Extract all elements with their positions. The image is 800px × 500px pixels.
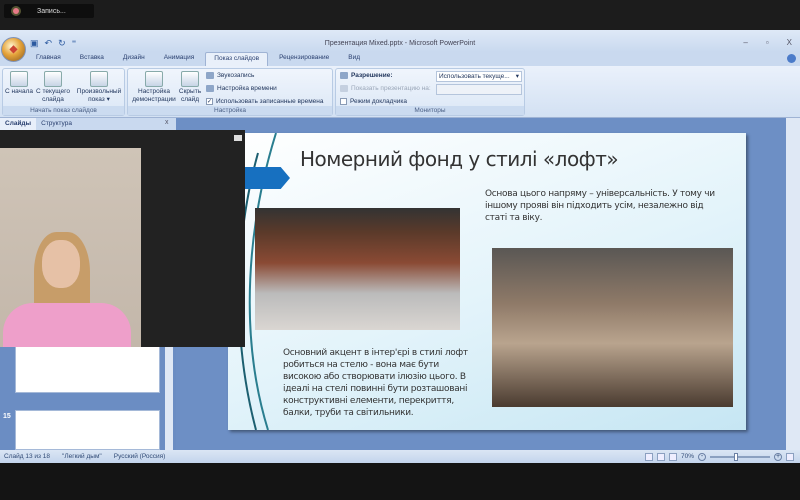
webcam-feed: [0, 148, 141, 347]
setup-show-icon: [145, 71, 163, 87]
zoom-out-icon[interactable]: -: [698, 452, 706, 461]
tab-insert[interactable]: Вставка: [72, 52, 112, 66]
theme-name: "Легкий дым": [62, 453, 102, 460]
custom-show-icon: [90, 71, 108, 87]
resolution-icon: [340, 72, 348, 79]
tab-design[interactable]: Дизайн: [115, 52, 153, 66]
recording-indicator[interactable]: Запись...: [4, 4, 94, 18]
rehearse-timings-button[interactable]: Настройка времени: [206, 85, 277, 92]
window-title: Презентация Mixed.pptx - Microsoft Power…: [324, 40, 476, 47]
presenter-shirt: [3, 303, 131, 347]
slide-thumbnail-15[interactable]: [15, 410, 160, 450]
slide-text-left[interactable]: Основний акцент в інтер'єрі в стилі лофт…: [283, 347, 468, 419]
resolution-dropdown[interactable]: Использовать текуще... ▾: [436, 71, 522, 82]
from-current-button[interactable]: С текущего слайда: [35, 71, 71, 104]
minimize-video-icon[interactable]: [234, 135, 242, 141]
hide-slide-icon: [181, 71, 199, 87]
show-on-label: Показать презентацию на:: [340, 85, 431, 92]
minimize-button[interactable]: –: [743, 38, 747, 47]
group-label: Начать показ слайдов: [3, 106, 124, 115]
tab-home[interactable]: Главная: [28, 52, 69, 66]
vertical-scrollbar[interactable]: [786, 118, 800, 450]
group-label: Мониторы: [336, 106, 524, 115]
hide-slide-button[interactable]: Скрыть слайд: [178, 71, 202, 104]
tab-slideshow[interactable]: Показ слайдов: [205, 52, 269, 66]
fit-to-window-icon[interactable]: [786, 452, 794, 461]
custom-show-button[interactable]: Произвольный показ ▾: [73, 71, 125, 104]
zoom-level[interactable]: 70%: [681, 453, 694, 460]
tab-animation[interactable]: Анимация: [156, 52, 203, 66]
tab-view[interactable]: Вид: [340, 52, 368, 66]
slide-sorter-icon[interactable]: [656, 452, 665, 461]
checkbox-checked-icon: ✓: [206, 98, 213, 105]
presenter-face: [42, 240, 80, 288]
maximize-button[interactable]: ▫: [766, 38, 769, 47]
office-button[interactable]: ◆: [1, 37, 26, 62]
language[interactable]: Русский (Россия): [114, 453, 166, 460]
zoom-slider-thumb[interactable]: [734, 452, 738, 461]
use-timings-checkbox[interactable]: ✓ Использовать записанные времена: [206, 98, 324, 105]
slide-counter: Слайд 13 из 18: [4, 453, 51, 460]
zoom-in-icon[interactable]: +: [774, 452, 782, 461]
recording-label: Запись...: [37, 7, 66, 15]
close-button[interactable]: X: [787, 38, 792, 47]
monitors-group: Разрешение: Использовать текуще... ▾ Пока…: [335, 68, 525, 116]
loft-living-room-image[interactable]: [492, 248, 733, 407]
recording-bar: [0, 0, 800, 30]
record-icon: [13, 8, 19, 14]
start-slideshow-group: С начала С текущего слайда Произвольный …: [2, 68, 125, 116]
tab-outline[interactable]: Структура: [36, 118, 77, 130]
resolution-label: Разрешение:: [340, 72, 393, 79]
help-icon[interactable]: [787, 54, 796, 63]
normal-view-icon[interactable]: [644, 452, 653, 461]
slide-title[interactable]: Номерний фонд у стилі «лофт»: [300, 147, 619, 171]
panel-tabs: Слайды Структура: [0, 118, 176, 130]
slide-text-right[interactable]: Основа цього напряму – універсальність. …: [485, 188, 715, 224]
show-on-dropdown[interactable]: [436, 84, 522, 95]
close-panel-button[interactable]: x: [165, 119, 169, 126]
checkbox-icon: [340, 98, 347, 105]
projector-icon: [44, 71, 62, 87]
tab-review[interactable]: Рецензирование: [271, 52, 337, 66]
monitor-icon: [340, 85, 348, 92]
ribbon-tabs: Главная Вставка Дизайн Анимация Показ сл…: [0, 52, 800, 66]
slide-canvas[interactable]: Номерний фонд у стилі «лофт» Основа цьог…: [228, 133, 746, 430]
chevron-down-icon: ▾: [515, 73, 519, 80]
group-label: Настройка: [128, 106, 332, 115]
setup-group: Настройка демонстрации Скрыть слайд Звук…: [127, 68, 333, 116]
webcam-overlay[interactable]: [0, 130, 245, 347]
from-start-button[interactable]: С начала: [5, 71, 33, 96]
slideshow-view-icon[interactable]: [668, 452, 677, 461]
microphone-icon: [206, 72, 214, 79]
loft-bedroom-image[interactable]: [255, 208, 460, 330]
thumbnail-scrollbar[interactable]: [165, 335, 173, 450]
tab-slides[interactable]: Слайды: [0, 118, 37, 130]
record-narration-button[interactable]: Звукозапись: [206, 72, 254, 79]
timer-icon: [206, 85, 214, 92]
ribbon: С начала С текущего слайда Произвольный …: [0, 66, 800, 118]
slide-number: 15: [3, 413, 11, 420]
zoom-controls: 70% - +: [644, 451, 794, 462]
zoom-slider[interactable]: [710, 452, 770, 461]
setup-show-button[interactable]: Настройка демонстрации: [130, 71, 178, 104]
projector-play-icon: [10, 71, 28, 87]
presenter-view-checkbox[interactable]: Режим докладчика: [340, 98, 407, 105]
